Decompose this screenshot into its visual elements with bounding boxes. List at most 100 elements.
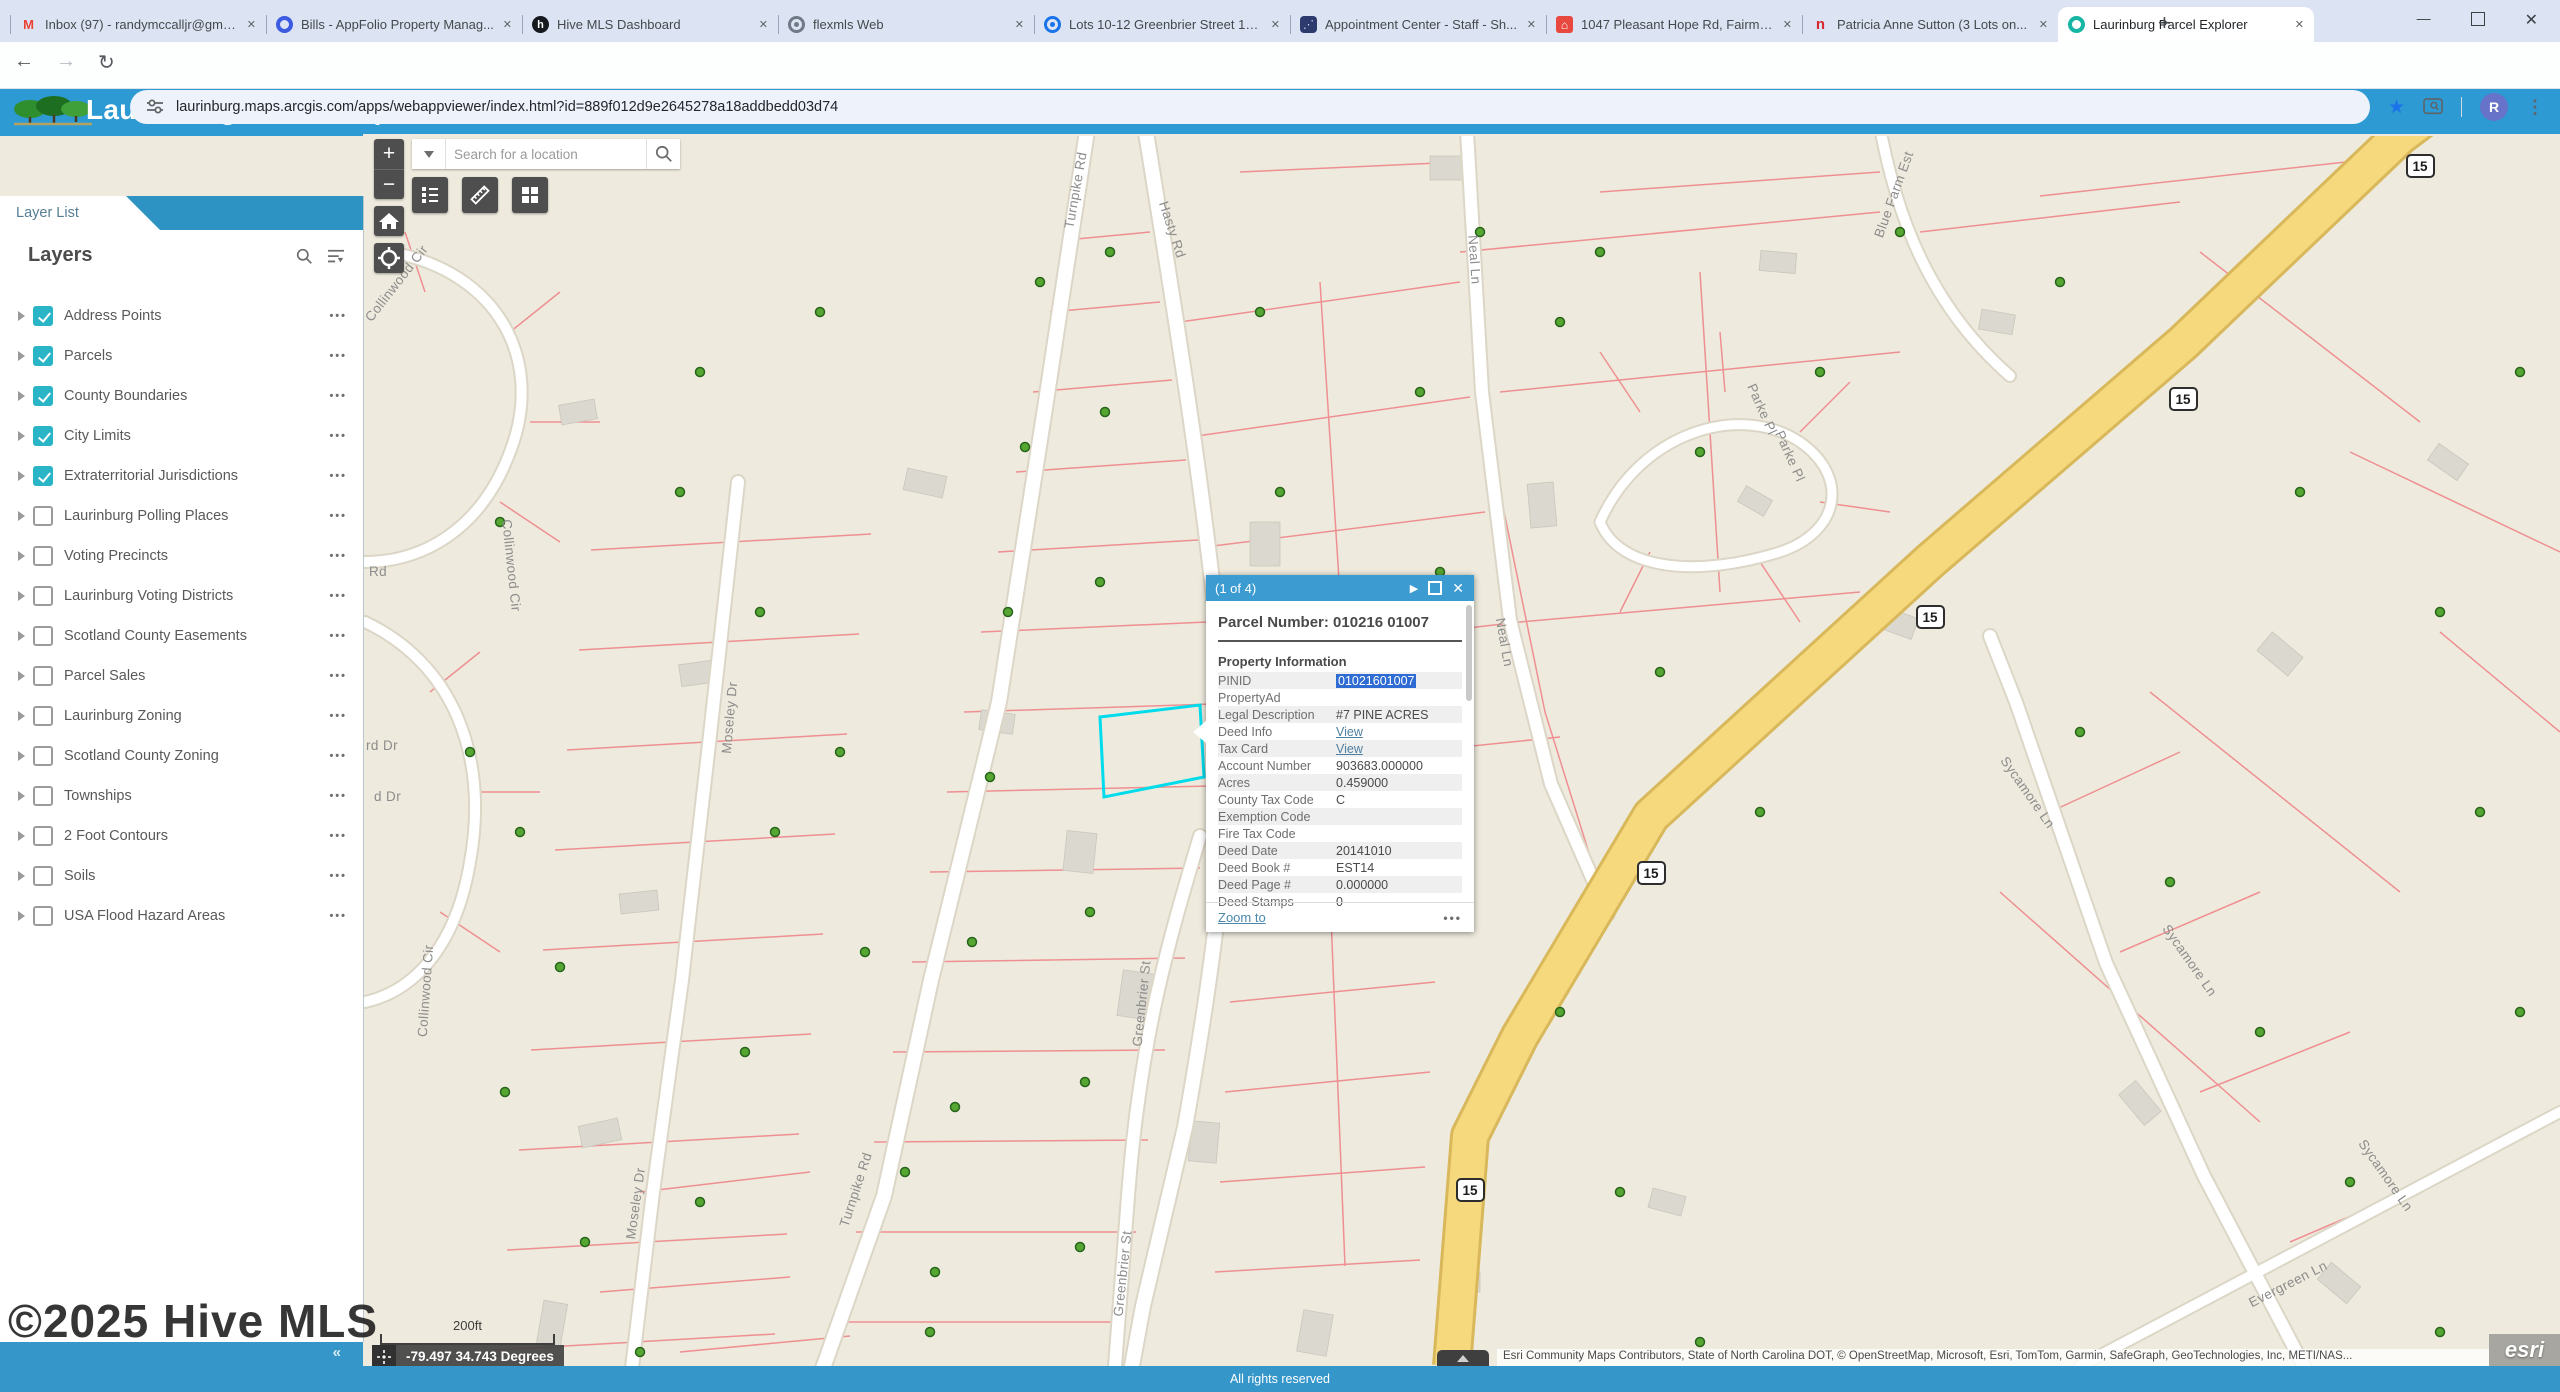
expand-arrow-icon[interactable]: [18, 351, 25, 361]
popup-header[interactable]: (1 of 4) ▶ ✕: [1206, 575, 1474, 601]
profile-avatar[interactable]: R: [2480, 93, 2508, 121]
layer-menu-dots[interactable]: •••: [329, 510, 347, 522]
maximize-icon[interactable]: [1428, 581, 1442, 595]
zoom-to-link[interactable]: Zoom to: [1218, 910, 1266, 925]
layer-menu-dots[interactable]: •••: [329, 590, 347, 602]
layer-row[interactable]: Scotland County Zoning •••: [0, 736, 363, 776]
layer-row[interactable]: Parcels •••: [0, 336, 363, 376]
layer-menu-dots[interactable]: •••: [329, 550, 347, 562]
browser-tab[interactable]: Bills - AppFolio Property Manag... ✕: [266, 7, 522, 42]
layer-row[interactable]: 2 Foot Contours •••: [0, 816, 363, 856]
layer-menu-dots[interactable]: •••: [329, 470, 347, 482]
home-extent-button[interactable]: [374, 206, 404, 236]
side-search-icon[interactable]: [2423, 98, 2443, 116]
expand-arrow-icon[interactable]: [18, 831, 25, 841]
tab-close-icon[interactable]: ✕: [759, 18, 768, 31]
new-tab-button[interactable]: +: [2158, 12, 2171, 34]
browser-menu-icon[interactable]: ⋮: [2526, 97, 2544, 118]
expand-arrow-icon[interactable]: [18, 711, 25, 721]
legend-button[interactable]: [412, 177, 448, 213]
measurement-button[interactable]: [462, 177, 498, 213]
expand-arrow-icon[interactable]: [18, 871, 25, 881]
popup-scrollbar[interactable]: [1466, 605, 1472, 701]
layer-menu-dots[interactable]: •••: [329, 310, 347, 322]
tab-close-icon[interactable]: ✕: [1271, 18, 1280, 31]
layer-row[interactable]: Address Points •••: [0, 296, 363, 336]
expand-arrow-icon[interactable]: [18, 311, 25, 321]
minimize-button[interactable]: —: [2417, 10, 2431, 30]
layer-checkbox[interactable]: [33, 506, 53, 526]
layer-search-icon[interactable]: [296, 248, 313, 265]
expand-arrow-icon[interactable]: [18, 591, 25, 601]
layer-list-tab[interactable]: Layer List: [0, 196, 160, 230]
address-bar[interactable]: laurinburg.maps.arcgis.com/apps/webappvi…: [130, 90, 2370, 124]
my-location-button[interactable]: [374, 243, 404, 273]
site-settings-icon[interactable]: [146, 98, 164, 116]
browser-tab[interactable]: Laurinburg Parcel Explorer ✕: [2058, 7, 2314, 42]
browser-tab[interactable]: 1047 Pleasant Hope Rd, Fairmo... ✕: [1546, 7, 1802, 42]
layer-menu-dots[interactable]: •••: [329, 830, 347, 842]
selected-parcel-highlight[interactable]: [1100, 705, 1204, 797]
layer-row[interactable]: Voting Precincts •••: [0, 536, 363, 576]
tab-close-icon[interactable]: ✕: [1783, 18, 1792, 31]
attribute-table-toggle[interactable]: [1437, 1350, 1489, 1366]
layer-menu-dots[interactable]: •••: [329, 390, 347, 402]
bookmark-star-icon[interactable]: ★: [2388, 96, 2405, 119]
expand-arrow-icon[interactable]: [18, 551, 25, 561]
layer-checkbox[interactable]: [33, 586, 53, 606]
popup-options-dots[interactable]: •••: [1443, 911, 1462, 925]
browser-tab[interactable]: Hive MLS Dashboard ✕: [522, 7, 778, 42]
expand-arrow-icon[interactable]: [18, 471, 25, 481]
layer-checkbox[interactable]: [33, 786, 53, 806]
browser-tab[interactable]: Appointment Center - Staff - Sh... ✕: [1290, 7, 1546, 42]
layer-row[interactable]: City Limits •••: [0, 416, 363, 456]
zoom-in-button[interactable]: +: [374, 139, 404, 170]
layer-row[interactable]: Laurinburg Voting Districts •••: [0, 576, 363, 616]
layer-menu-dots[interactable]: •••: [329, 630, 347, 642]
layer-row[interactable]: Townships •••: [0, 776, 363, 816]
layer-row[interactable]: Laurinburg Zoning •••: [0, 696, 363, 736]
tab-close-icon[interactable]: ✕: [247, 18, 256, 31]
expand-arrow-icon[interactable]: [18, 751, 25, 761]
layer-row[interactable]: USA Flood Hazard Areas •••: [0, 896, 363, 936]
search-input[interactable]: [446, 139, 646, 169]
expand-arrow-icon[interactable]: [18, 791, 25, 801]
layer-checkbox[interactable]: [33, 426, 53, 446]
layer-checkbox[interactable]: [33, 626, 53, 646]
maximize-button[interactable]: [2471, 12, 2485, 26]
browser-tab[interactable]: flexmls Web ✕: [778, 7, 1034, 42]
tab-close-icon[interactable]: ✕: [503, 18, 512, 31]
reload-button[interactable]: ↻: [98, 50, 115, 75]
layer-menu-dots[interactable]: •••: [329, 670, 347, 682]
zoom-out-button[interactable]: −: [374, 170, 404, 200]
layer-checkbox[interactable]: [33, 826, 53, 846]
layer-menu-dots[interactable]: •••: [329, 710, 347, 722]
coordinate-widget[interactable]: -79.497 34.743 Degrees: [372, 1345, 564, 1368]
layer-checkbox[interactable]: [33, 346, 53, 366]
tab-close-icon[interactable]: ✕: [2295, 18, 2304, 31]
layer-checkbox[interactable]: [33, 746, 53, 766]
layer-menu-dots[interactable]: •••: [329, 430, 347, 442]
layer-row[interactable]: County Boundaries •••: [0, 376, 363, 416]
layer-checkbox[interactable]: [33, 866, 53, 886]
layer-checkbox[interactable]: [33, 706, 53, 726]
layer-row[interactable]: Soils •••: [0, 856, 363, 896]
layer-checkbox[interactable]: [33, 386, 53, 406]
layer-checkbox[interactable]: [33, 306, 53, 326]
tab-close-icon[interactable]: ✕: [1015, 18, 1024, 31]
next-feature-icon[interactable]: ▶: [1410, 582, 1418, 595]
crosshair-icon[interactable]: [372, 1345, 396, 1368]
expand-arrow-icon[interactable]: [18, 391, 25, 401]
tab-close-icon[interactable]: ✕: [1527, 18, 1536, 31]
layer-checkbox[interactable]: [33, 906, 53, 926]
layer-row[interactable]: Extraterritorial Jurisdictions •••: [0, 456, 363, 496]
close-icon[interactable]: ✕: [1452, 580, 1464, 597]
back-button[interactable]: ←: [14, 50, 34, 75]
expand-arrow-icon[interactable]: [18, 671, 25, 681]
layer-menu-dots[interactable]: •••: [329, 750, 347, 762]
expand-arrow-icon[interactable]: [18, 431, 25, 441]
browser-tab[interactable]: Lots 10-12 Greenbrier Street 10... ✕: [1034, 7, 1290, 42]
close-window-button[interactable]: ✕: [2525, 10, 2538, 30]
layer-menu-dots[interactable]: •••: [329, 910, 347, 922]
search-button[interactable]: [646, 139, 680, 169]
